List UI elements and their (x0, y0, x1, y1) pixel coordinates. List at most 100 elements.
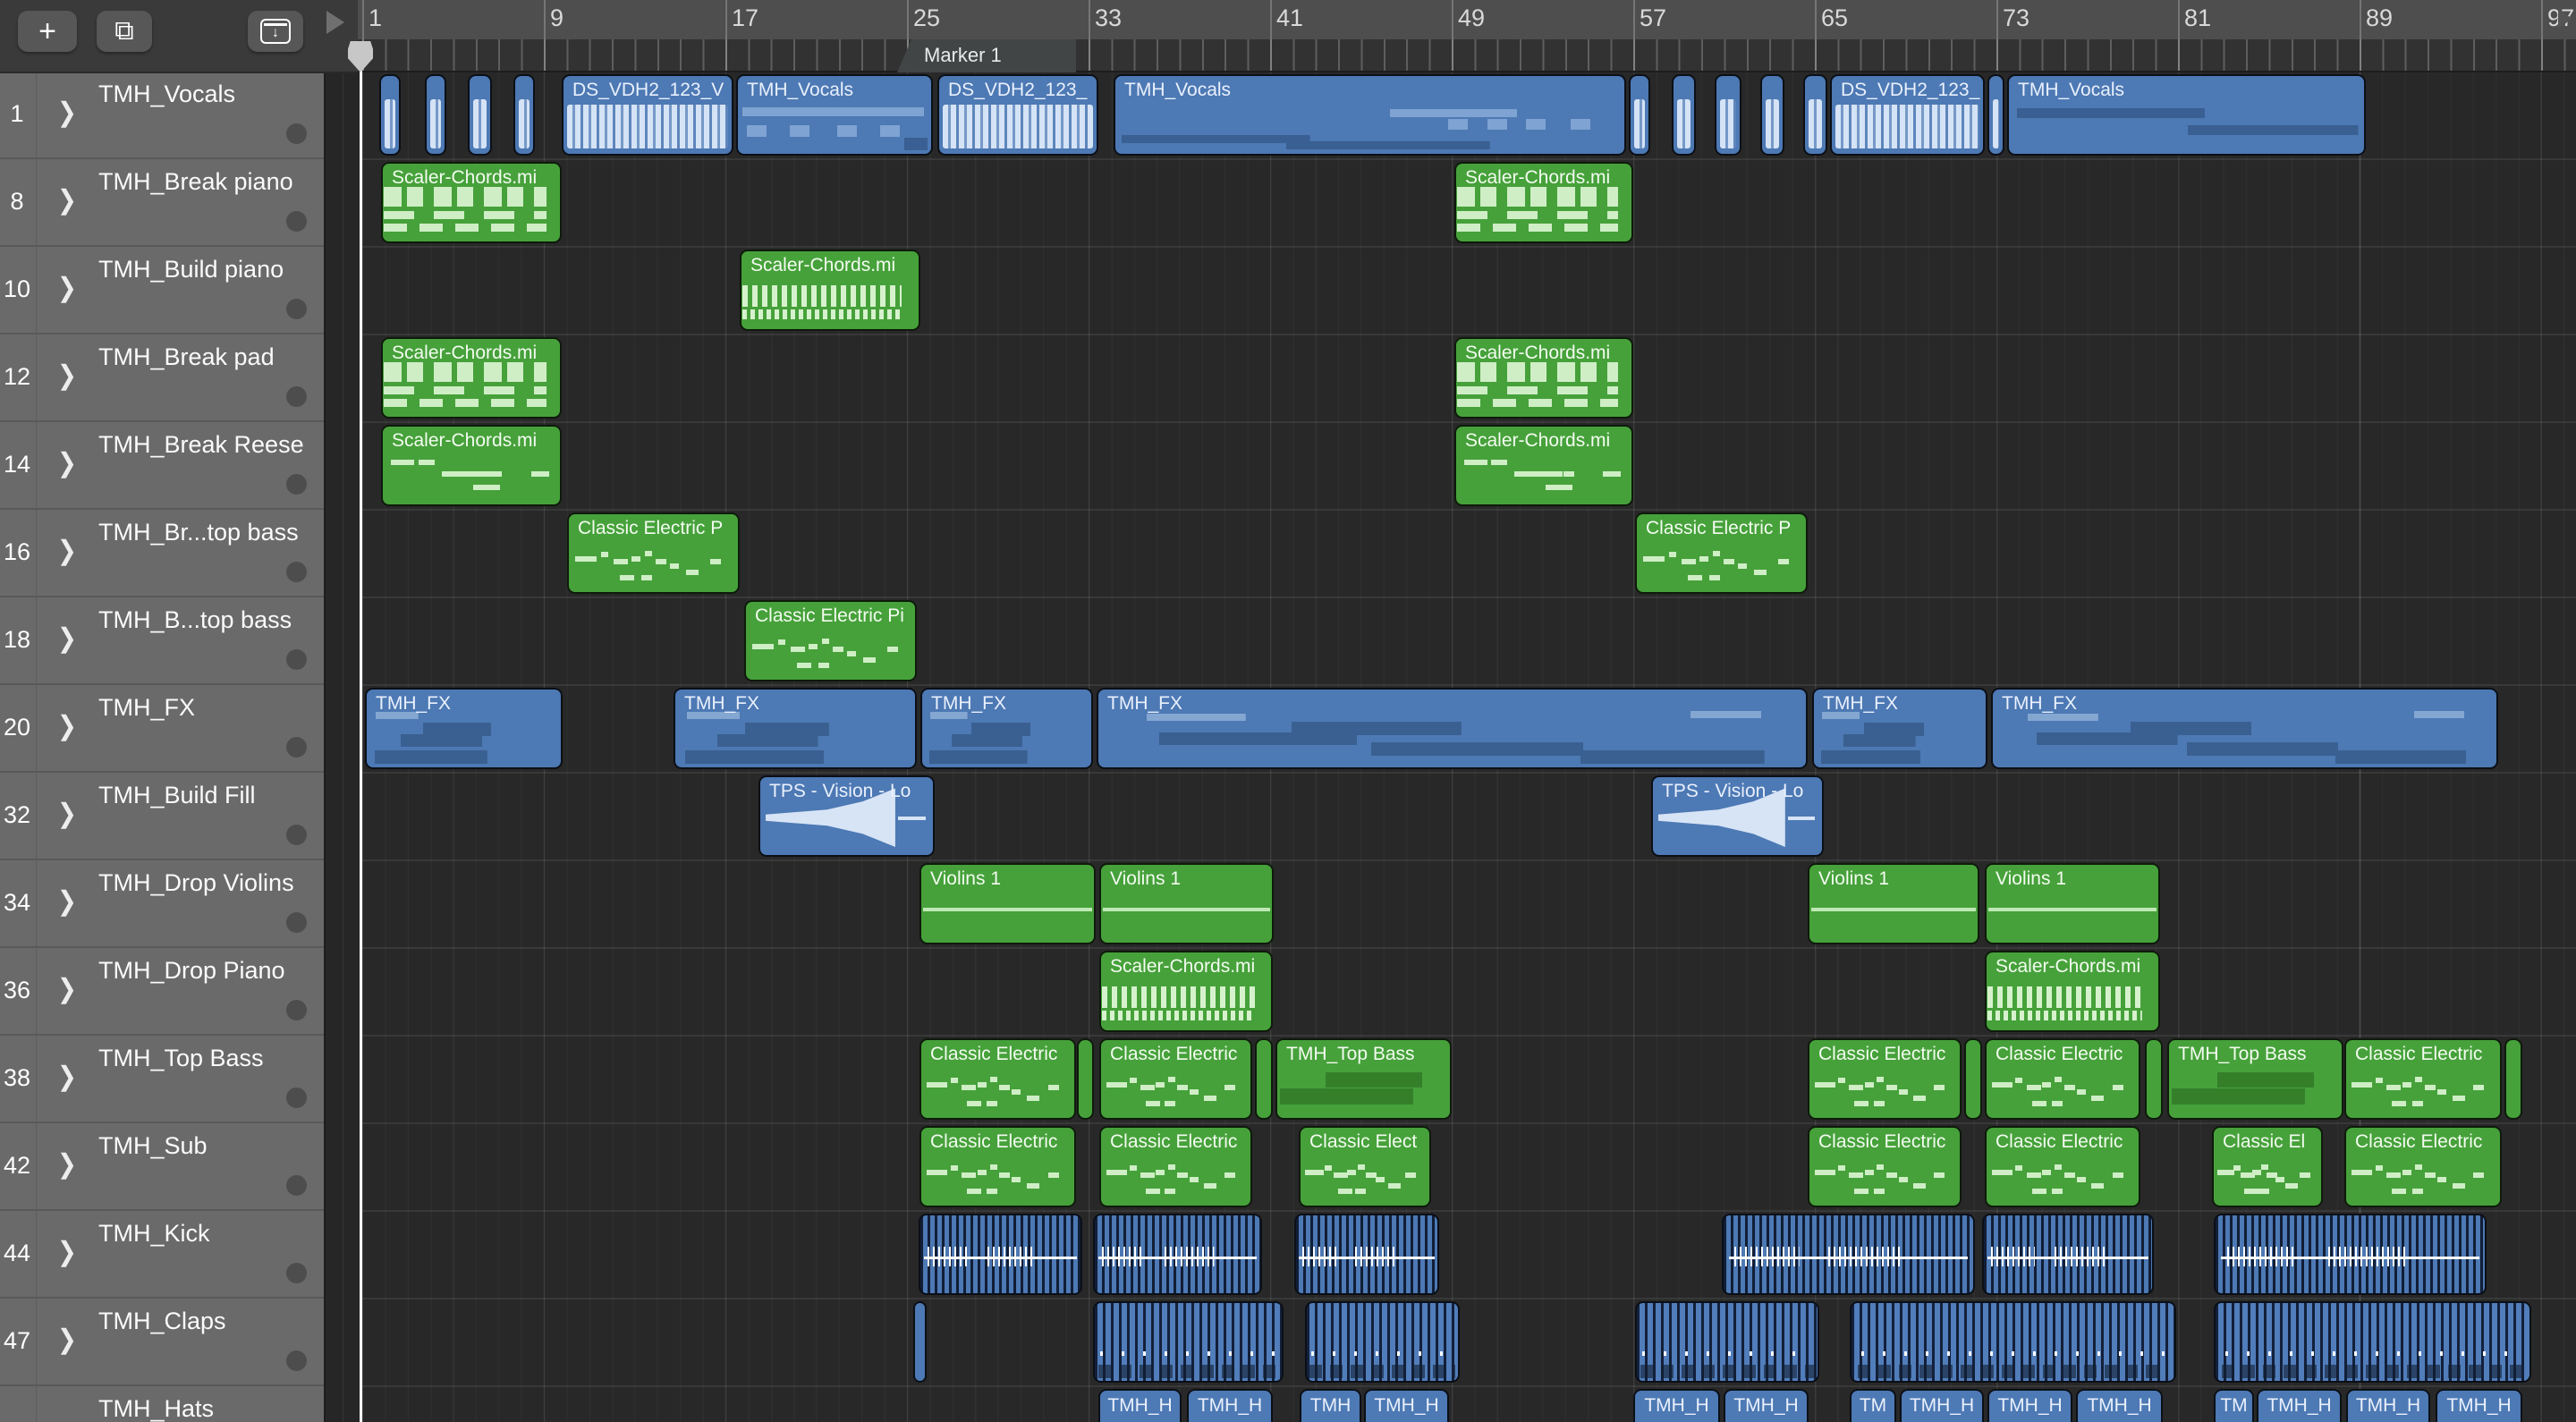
track-disclosure-chevron-icon[interactable]: ❯ (57, 1061, 77, 1093)
region-violins-1[interactable]: Violins 1 (1808, 863, 1979, 944)
track-header-row[interactable]: 8 ❯ TMH_Break piano (0, 159, 324, 247)
track-disclosure-chevron-icon[interactable]: ❯ (57, 1236, 77, 1268)
region-scaler-chords-mi[interactable]: Scaler-Chords.mi (1454, 337, 1633, 419)
playhead-line[interactable] (360, 41, 362, 1422)
region-clip[interactable] (513, 74, 535, 156)
track-header-row[interactable]: 36 ❯ TMH_Drop Piano (0, 948, 324, 1036)
region-classic-electric[interactable]: Classic Electric (1985, 1038, 2140, 1120)
track-disclosure-chevron-icon[interactable]: ❯ (57, 1148, 77, 1181)
region-tmh-fx[interactable]: TMH_FX (674, 688, 917, 769)
track-header-row[interactable]: 38 ❯ TMH_Top Bass (0, 1036, 324, 1123)
track-name[interactable]: TMH_Hats (98, 1395, 214, 1422)
track-header-row[interactable]: 20 ❯ TMH_FX (0, 685, 324, 773)
region-scaler-chords-mi[interactable]: Scaler-Chords.mi (381, 425, 562, 506)
region-tmh-h[interactable]: TMH_H (1987, 1389, 2072, 1422)
track-header-row[interactable]: 16 ❯ TMH_Br...top bass (0, 510, 324, 597)
track-name[interactable]: TMH_Top Bass (98, 1045, 264, 1072)
region-clip[interactable] (913, 1301, 927, 1383)
track-disclosure-chevron-icon[interactable]: ❯ (57, 360, 77, 392)
track-name[interactable]: TMH_Vocals (98, 80, 235, 108)
track-state-dot[interactable] (286, 737, 307, 758)
region-tmh[interactable]: TMH (1300, 1389, 1361, 1422)
region-clip[interactable] (1722, 1214, 1975, 1295)
track-name[interactable]: TMH_Drop Violins (98, 869, 294, 897)
track-state-dot[interactable] (286, 649, 307, 670)
track-state-dot[interactable] (286, 1000, 307, 1020)
region-classic-electric-p[interactable]: Classic Electric P (567, 512, 740, 594)
region-clip[interactable] (1715, 74, 1741, 156)
track-name[interactable]: TMH_Drop Piano (98, 957, 285, 985)
region-tmh-top-bass[interactable]: TMH_Top Bass (1275, 1038, 1452, 1120)
track-header-row[interactable]: 1 ❯ TMH_Vocals (0, 72, 324, 159)
region-classic-electric[interactable]: Classic Electric (919, 1038, 1076, 1120)
region-classic-el[interactable]: Classic El (2212, 1126, 2323, 1207)
track-disclosure-chevron-icon[interactable]: ❯ (57, 272, 77, 304)
region-ds-vdh2-123-[interactable]: DS_VDH2_123_ (1830, 74, 1985, 156)
region-tmh-h[interactable]: TMH_H (1633, 1389, 1720, 1422)
region-tm[interactable]: TM (2214, 1389, 2254, 1422)
track-state-dot[interactable] (286, 211, 307, 232)
region-classic-electric[interactable]: Classic Electric (919, 1126, 1076, 1207)
track-state-dot[interactable] (286, 1263, 307, 1283)
region-tmh-vocals[interactable]: TMH_Vocals (736, 74, 933, 156)
track-state-dot[interactable] (286, 1088, 307, 1108)
region-tmh-fx[interactable]: TMH_FX (365, 688, 563, 769)
region-classic-electric[interactable]: Classic Electric (2344, 1038, 2502, 1120)
region-tmh-fx[interactable]: TMH_FX (1991, 688, 2498, 769)
region-classic-electric-p[interactable]: Classic Electric P (1635, 512, 1808, 594)
region-clip[interactable] (1964, 1038, 1982, 1120)
region-clip[interactable] (1635, 1301, 1819, 1383)
track-name[interactable]: TMH_Claps (98, 1308, 226, 1335)
region-clip[interactable] (1077, 1038, 1094, 1120)
region-tmh-fx[interactable]: TMH_FX (920, 688, 1093, 769)
region-scaler-chords-mi[interactable]: Scaler-Chords.mi (1454, 162, 1633, 243)
track-state-dot[interactable] (286, 562, 307, 582)
track-disclosure-chevron-icon[interactable]: ❯ (57, 1324, 77, 1356)
track-state-dot[interactable] (286, 299, 307, 319)
region-tmh-h[interactable]: TMH_H (2436, 1389, 2522, 1422)
region-scaler-chords-mi[interactable]: Scaler-Chords.mi (381, 337, 562, 419)
region-classic-electric-pi[interactable]: Classic Electric Pi (744, 600, 917, 681)
track-disclosure-chevron-icon[interactable]: ❯ (57, 798, 77, 830)
track-header-row[interactable]: 44 ❯ TMH_Kick (0, 1211, 324, 1299)
region-clip[interactable] (1803, 74, 1827, 156)
track-state-dot[interactable] (286, 1350, 307, 1371)
region-clip[interactable] (1850, 1301, 2176, 1383)
track-name[interactable]: TMH_Build piano (98, 256, 284, 284)
region-scaler-chords-mi[interactable]: Scaler-Chords.mi (1985, 951, 2160, 1032)
region-classic-electric[interactable]: Classic Electric (1099, 1038, 1252, 1120)
region-tmh-vocals[interactable]: TMH_Vocals (2007, 74, 2366, 156)
region-clip[interactable] (1255, 1038, 1273, 1120)
region-clip[interactable] (2145, 1038, 2163, 1120)
track-state-dot[interactable] (286, 825, 307, 845)
track-name[interactable]: TMH_Break Reese (98, 431, 304, 459)
track-disclosure-chevron-icon[interactable]: ❯ (57, 885, 77, 918)
add-track-button[interactable]: + (18, 11, 77, 52)
track-name[interactable]: TMH_Break pad (98, 343, 275, 371)
region-classic-electric[interactable]: Classic Electric (2344, 1126, 2502, 1207)
region-tmh-top-bass[interactable]: TMH_Top Bass (2167, 1038, 2343, 1120)
region-clip[interactable] (1093, 1214, 1262, 1295)
track-header-row[interactable]: 47 ❯ TMH_Claps (0, 1299, 324, 1386)
ruler-right-arrow-icon[interactable] (2558, 9, 2572, 29)
region-tmh-h[interactable]: TMH_H (2346, 1389, 2430, 1422)
region-ds-vdh2-123-[interactable]: DS_VDH2_123_ (937, 74, 1098, 156)
region-clip[interactable] (1305, 1301, 1460, 1383)
region-scaler-chords-mi[interactable]: Scaler-Chords.mi (740, 250, 920, 331)
track-disclosure-chevron-icon[interactable]: ❯ (57, 184, 77, 216)
track-state-dot[interactable] (286, 386, 307, 407)
region-classic-electric[interactable]: Classic Electric (1808, 1038, 1962, 1120)
region-tmh-h[interactable]: TMH_H (1364, 1389, 1449, 1422)
track-state-dot[interactable] (286, 474, 307, 495)
track-state-dot[interactable] (286, 1175, 307, 1196)
region-violins-1[interactable]: Violins 1 (1985, 863, 2160, 944)
region-classic-elect[interactable]: Classic Elect (1299, 1126, 1431, 1207)
region-classic-electric[interactable]: Classic Electric (1985, 1126, 2140, 1207)
track-disclosure-chevron-icon[interactable]: ❯ (57, 535, 77, 567)
region-tmh-h[interactable]: TMH_H (2257, 1389, 2342, 1422)
region-tmh-fx[interactable]: TMH_FX (1812, 688, 1987, 769)
track-name[interactable]: TMH_B...top bass (98, 606, 292, 634)
region-tmh-h[interactable]: TMH_H (1724, 1389, 1809, 1422)
track-name[interactable]: TMH_Build Fill (98, 782, 256, 809)
track-header-row[interactable]: 18 ❯ TMH_B...top bass (0, 597, 324, 685)
